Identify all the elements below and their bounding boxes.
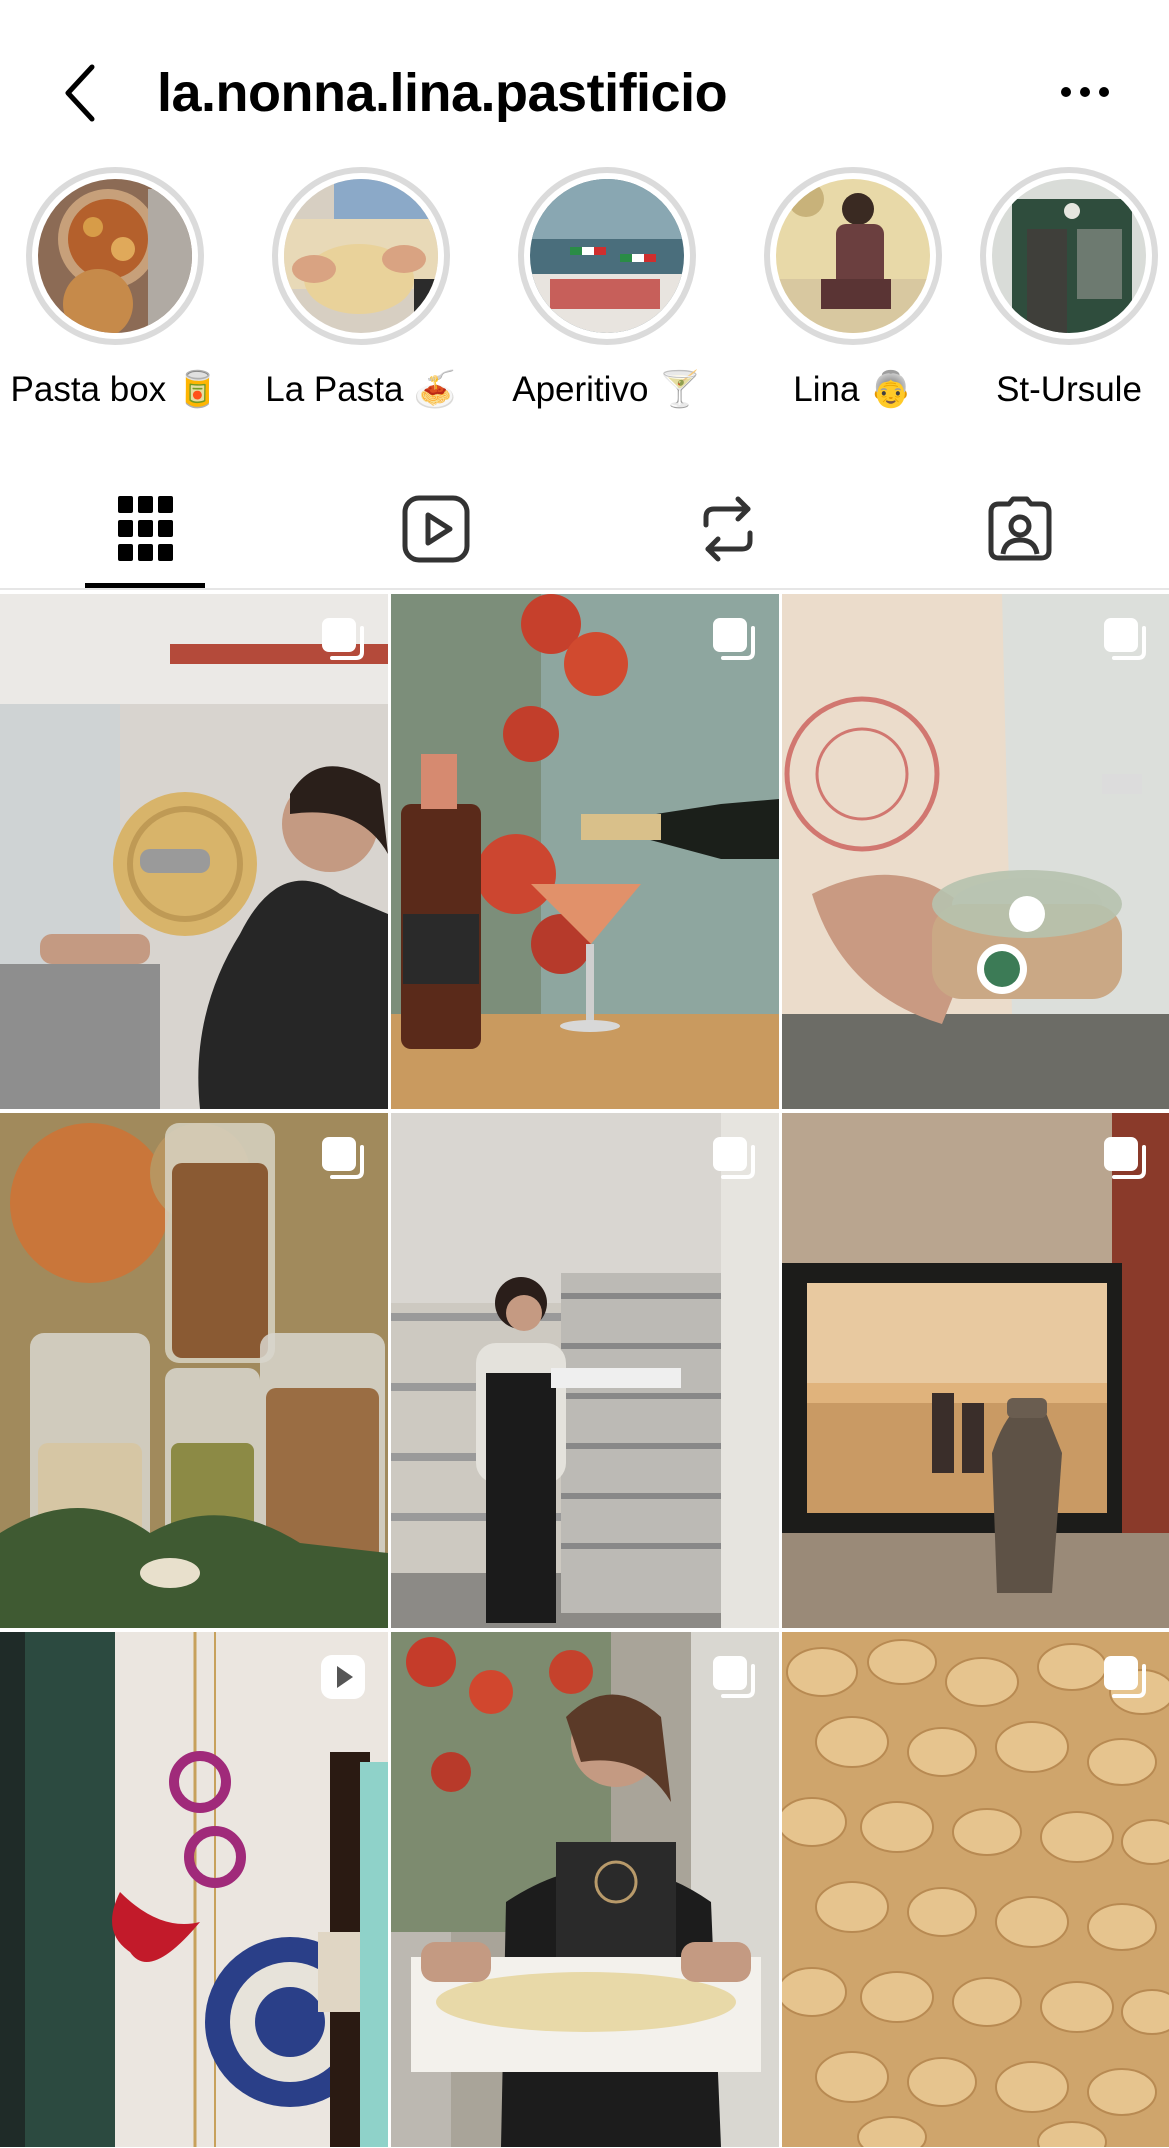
pasta-bowl-takeaway-photo: [782, 594, 1169, 1109]
carousel-icon: [1104, 1137, 1146, 1179]
pasta-box-photo: [38, 179, 192, 333]
carousel-icon: [1104, 1656, 1146, 1698]
highlight-ring: [272, 167, 450, 345]
post-tile[interactable]: [782, 1632, 1169, 2147]
lina-portrait-photo: [776, 179, 930, 333]
spritz-pour-photo: [391, 594, 779, 1109]
highlight-ring: [980, 167, 1158, 345]
post-tile[interactable]: [391, 1113, 779, 1628]
post-tile[interactable]: [782, 594, 1169, 1109]
post-tile[interactable]: [0, 1113, 388, 1628]
profile-tabs: [0, 470, 1169, 590]
post-tile[interactable]: [391, 1632, 779, 2147]
tortellini-photo: [782, 1632, 1169, 2147]
baker-with-tray-photo: [391, 1113, 779, 1628]
highlight-ring: [764, 167, 942, 345]
post-tile[interactable]: [391, 594, 779, 1109]
post-tile[interactable]: [0, 1632, 388, 2147]
repost-icon: [703, 496, 753, 562]
highlight-label: Aperitivo 🍸: [512, 370, 702, 409]
carousel-icon: [713, 1656, 755, 1698]
post-tile[interactable]: [782, 1113, 1169, 1628]
framed-photo-photo: [782, 1113, 1169, 1628]
more-horizontal-icon: [1061, 87, 1109, 97]
carousel-icon: [713, 618, 755, 660]
highlight-ring: [518, 167, 696, 345]
reel-icon: [321, 1655, 365, 1699]
tab-tagged[interactable]: [874, 470, 1166, 588]
jars-of-nuts-photo: [0, 1113, 388, 1628]
highlight-label: Lina 👵: [793, 370, 913, 409]
highlight-ring: [26, 167, 204, 345]
post-tile[interactable]: [0, 594, 388, 1109]
highlight-label: La Pasta 🍝: [265, 370, 457, 409]
reels-icon: [402, 495, 470, 563]
tagged-person-icon: [988, 496, 1052, 561]
active-tab-indicator: [85, 583, 205, 588]
tab-grid[interactable]: [0, 470, 292, 588]
carousel-icon: [322, 1137, 364, 1179]
grid-icon: [118, 496, 173, 561]
tab-reposts[interactable]: [582, 470, 874, 588]
storefront-photo: [992, 179, 1146, 333]
carousel-icon: [1104, 618, 1146, 660]
chevron-left-icon: [65, 64, 95, 122]
back-button[interactable]: [55, 58, 105, 128]
highlight-label: Pasta box 🥫: [10, 370, 220, 409]
carousel-icon: [322, 618, 364, 660]
carousel-icon: [713, 1137, 755, 1179]
aperitivo-table-photo: [530, 179, 684, 333]
pasta-tray-photo: [391, 1632, 779, 2147]
story-highlights: Pasta box 🥫 La Pasta 🍝 Aperitivo 🍸 Lina …: [0, 160, 1169, 420]
profile-header: la.nonna.lina.pastificio: [0, 0, 1169, 180]
profile-username: la.nonna.lina.pastificio: [157, 63, 728, 123]
pasta-machine-photo: [0, 594, 388, 1109]
carnival-mask-photo: [0, 1632, 388, 2147]
highlight-label: St-Ursule: [996, 370, 1142, 409]
more-options-button[interactable]: [1055, 72, 1115, 112]
tab-reels[interactable]: [290, 470, 582, 588]
fresh-pasta-photo: [284, 179, 438, 333]
